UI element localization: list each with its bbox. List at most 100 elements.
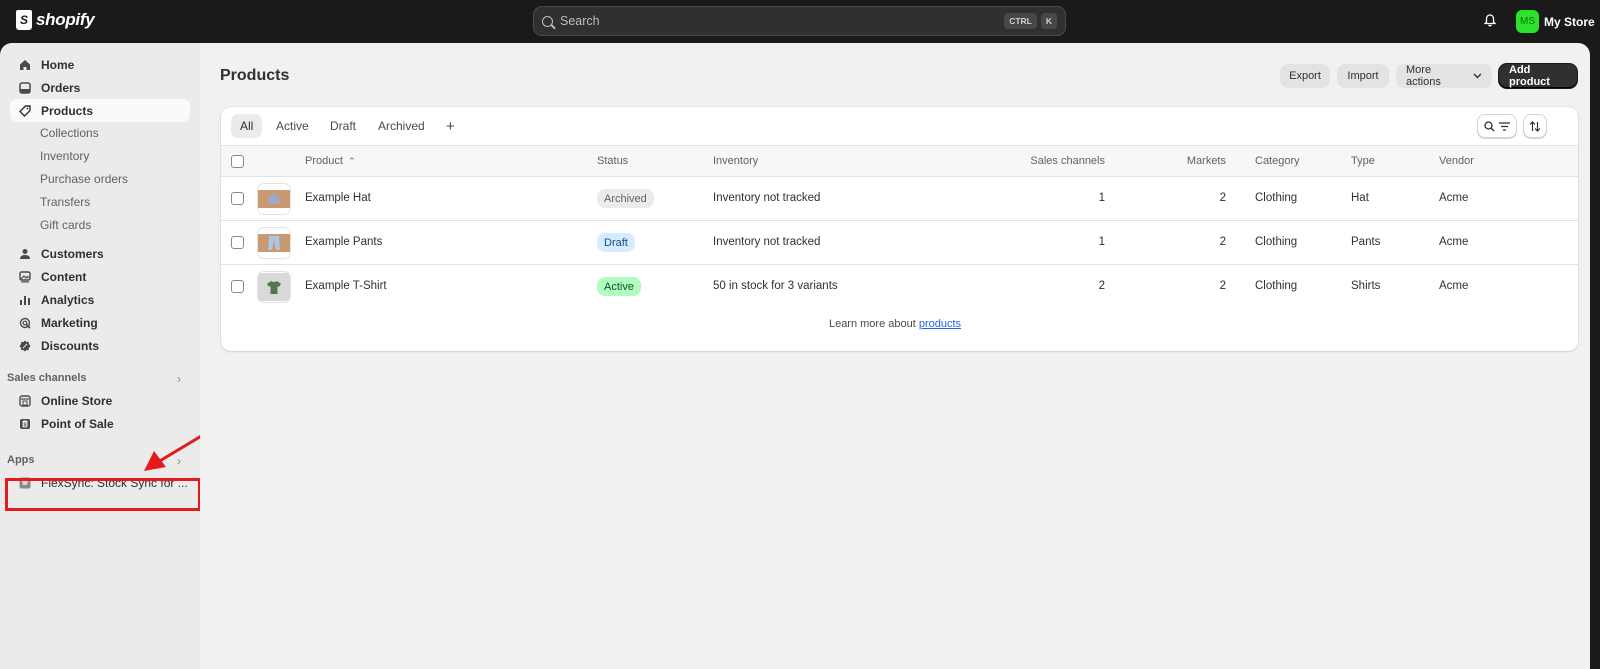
sort-button[interactable] bbox=[1523, 114, 1547, 138]
sidebar-item-label: Orders bbox=[41, 80, 81, 95]
shopify-logo[interactable]: shopify bbox=[16, 10, 95, 30]
sidebar-item-analytics[interactable]: Analytics bbox=[10, 288, 190, 311]
sidebar-item-customers[interactable]: Customers bbox=[10, 242, 190, 265]
vendor-cell: Acme bbox=[1439, 236, 1469, 248]
products-help-link[interactable]: products bbox=[919, 318, 961, 330]
filter-icon bbox=[1499, 121, 1510, 131]
tab-draft[interactable]: Draft bbox=[321, 114, 365, 138]
search-filter-button[interactable] bbox=[1477, 114, 1517, 138]
search-icon bbox=[542, 15, 553, 27]
category-cell: Clothing bbox=[1255, 192, 1298, 204]
bar-chart-icon bbox=[18, 293, 32, 307]
more-actions-button[interactable]: More actions bbox=[1396, 64, 1492, 88]
shortcut-key-k: K bbox=[1040, 13, 1057, 29]
sidebar-item-content[interactable]: Content bbox=[10, 265, 190, 288]
markets-cell: 2 bbox=[1219, 280, 1226, 292]
store-menu[interactable]: MS My Store bbox=[1516, 10, 1595, 33]
tab-active[interactable]: Active bbox=[267, 114, 318, 138]
sidebar-item-label: Online Store bbox=[41, 393, 113, 408]
sidebar-item-point-of-sale[interactable]: S Point of Sale bbox=[10, 412, 190, 435]
notification-bell-icon[interactable] bbox=[1484, 14, 1496, 27]
products-card: All Active Draft Archived + Product ⌃ St… bbox=[221, 107, 1578, 351]
sidebar-item-discounts[interactable]: Discounts bbox=[10, 334, 190, 357]
sidebar-subitem-purchase-orders[interactable]: Purchase orders bbox=[40, 169, 128, 189]
table-row[interactable]: Example Hat Archived Inventory not track… bbox=[221, 177, 1578, 221]
tshirt-image-icon bbox=[258, 273, 290, 301]
type-cell: Hat bbox=[1351, 192, 1369, 204]
type-cell: Shirts bbox=[1351, 280, 1381, 292]
sidebar-item-home[interactable]: Home bbox=[10, 53, 190, 76]
sidebar-subitem-inventory[interactable]: Inventory bbox=[40, 146, 89, 166]
category-cell: Clothing bbox=[1255, 236, 1298, 248]
person-icon bbox=[18, 247, 32, 261]
inbox-icon bbox=[18, 81, 32, 95]
main-content: Products Export Import More actions Add … bbox=[200, 43, 1590, 669]
table-row[interactable]: Example T-Shirt Active 50 in stock for 3… bbox=[221, 265, 1578, 309]
markets-cell: 2 bbox=[1219, 236, 1226, 248]
status-badge: Draft bbox=[597, 233, 635, 252]
target-icon bbox=[18, 316, 32, 330]
status-badge: Archived bbox=[597, 189, 654, 208]
sidebar-item-label: Analytics bbox=[41, 292, 95, 307]
hat-image-icon bbox=[258, 190, 290, 208]
product-thumbnail bbox=[257, 227, 291, 259]
sidebar-item-label: Marketing bbox=[41, 315, 98, 330]
select-all-checkbox[interactable] bbox=[231, 155, 244, 168]
search-icon bbox=[1484, 120, 1495, 131]
column-label: Product bbox=[305, 155, 343, 167]
vendor-cell: Acme bbox=[1439, 192, 1469, 204]
row-checkbox[interactable] bbox=[231, 236, 244, 249]
sort-icon bbox=[1529, 120, 1541, 132]
add-product-button[interactable]: Add product bbox=[1499, 64, 1577, 88]
pos-icon: S bbox=[18, 417, 32, 431]
add-view-button[interactable]: + bbox=[437, 114, 464, 138]
export-button[interactable]: Export bbox=[1280, 64, 1330, 88]
chevron-right-icon[interactable]: › bbox=[177, 372, 181, 386]
home-icon bbox=[18, 58, 32, 72]
table-row[interactable]: Example Pants Draft Inventory not tracke… bbox=[221, 221, 1578, 265]
store-name: My Store bbox=[1544, 14, 1595, 29]
product-name[interactable]: Example Pants bbox=[305, 236, 382, 248]
tab-all[interactable]: All bbox=[231, 114, 263, 138]
more-actions-label: More actions bbox=[1406, 64, 1441, 88]
import-button[interactable]: Import bbox=[1337, 64, 1389, 88]
apps-heading[interactable]: Apps bbox=[7, 454, 35, 466]
top-bar: shopify Search CTRL K MS My Store bbox=[0, 0, 1600, 43]
product-name[interactable]: Example T-Shirt bbox=[305, 280, 387, 292]
column-header-sales-channels: Sales channels bbox=[1030, 155, 1105, 167]
sidebar-item-label: Content bbox=[41, 269, 87, 284]
vendor-cell: Acme bbox=[1439, 280, 1469, 292]
sidebar-item-label: Home bbox=[41, 57, 75, 72]
search-input[interactable]: Search CTRL K bbox=[533, 6, 1066, 36]
page-title: Products bbox=[220, 67, 290, 84]
sidebar-subitem-gift-cards[interactable]: Gift cards bbox=[40, 215, 91, 235]
sidebar-item-orders[interactable]: Orders bbox=[10, 76, 190, 99]
column-header-type: Type bbox=[1351, 155, 1375, 167]
product-thumbnail bbox=[257, 271, 291, 303]
learn-more-text: Learn more about bbox=[828, 318, 919, 330]
sort-arrows-icon: ⌃ bbox=[347, 156, 356, 166]
markets-cell: 2 bbox=[1219, 192, 1226, 204]
column-header-product[interactable]: Product ⌃ bbox=[305, 155, 356, 167]
row-checkbox[interactable] bbox=[231, 280, 244, 293]
category-cell: Clothing bbox=[1255, 280, 1298, 292]
brand-name: shopify bbox=[36, 10, 95, 29]
product-name[interactable]: Example Hat bbox=[305, 192, 371, 204]
image-icon bbox=[18, 270, 32, 284]
column-header-markets: Markets bbox=[1186, 155, 1226, 167]
status-badge: Active bbox=[597, 277, 641, 296]
sales-channels-cell: 1 bbox=[1098, 192, 1105, 204]
tab-archived[interactable]: Archived bbox=[369, 114, 434, 138]
sidebar-subitem-transfers[interactable]: Transfers bbox=[40, 192, 90, 212]
pants-image-icon bbox=[258, 234, 290, 252]
sidebar-item-marketing[interactable]: Marketing bbox=[10, 311, 190, 334]
search-placeholder: Search bbox=[560, 14, 600, 28]
sidebar-item-label: Customers bbox=[41, 246, 104, 261]
row-checkbox[interactable] bbox=[231, 192, 244, 205]
tag-icon bbox=[18, 104, 32, 118]
sidebar-subitem-collections[interactable]: Collections bbox=[40, 123, 99, 143]
sidebar-item-online-store[interactable]: Online Store bbox=[10, 389, 190, 412]
sales-channels-heading[interactable]: Sales channels bbox=[7, 372, 87, 384]
sidebar-item-products[interactable]: Products bbox=[10, 99, 190, 122]
store-avatar: MS bbox=[1516, 10, 1539, 33]
